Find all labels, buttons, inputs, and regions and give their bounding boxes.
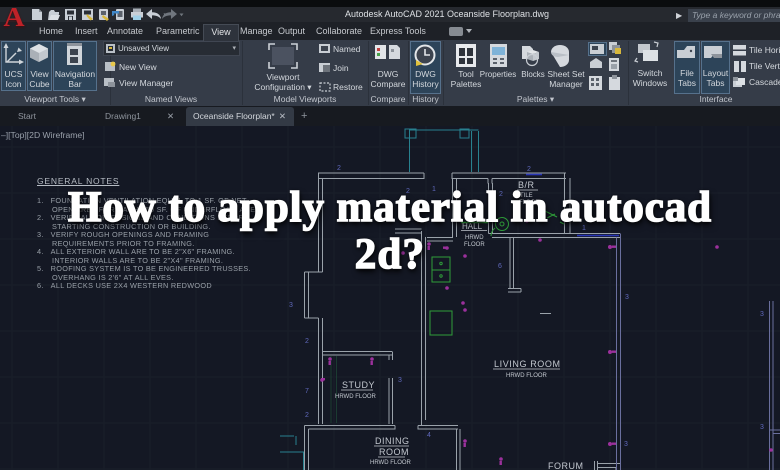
svg-text:3: 3 bbox=[289, 302, 293, 309]
svg-text:DINING: DINING bbox=[375, 436, 410, 446]
svg-text:HRWD FLOOR: HRWD FLOOR bbox=[370, 460, 412, 466]
svg-text:2: 2 bbox=[337, 165, 341, 172]
svg-text:3: 3 bbox=[624, 441, 628, 448]
svg-text:STUDY: STUDY bbox=[342, 380, 375, 390]
svg-text:3: 3 bbox=[760, 311, 764, 318]
svg-text:3: 3 bbox=[760, 424, 764, 431]
svg-text:2: 2 bbox=[305, 412, 309, 419]
svg-text:2: 2 bbox=[527, 166, 531, 173]
svg-text:FORUM: FORUM bbox=[548, 461, 584, 470]
svg-text:LIVING ROOM: LIVING ROOM bbox=[494, 359, 561, 369]
svg-text:HRWD FLOOR: HRWD FLOOR bbox=[335, 394, 377, 400]
svg-text:3: 3 bbox=[625, 294, 629, 301]
svg-text:2: 2 bbox=[305, 338, 309, 345]
svg-text:ROOM: ROOM bbox=[379, 447, 409, 457]
svg-text:4: 4 bbox=[427, 432, 431, 439]
svg-text:7: 7 bbox=[305, 388, 309, 395]
svg-text:HRWD FLOOR: HRWD FLOOR bbox=[506, 373, 548, 379]
svg-text:3: 3 bbox=[398, 377, 402, 384]
